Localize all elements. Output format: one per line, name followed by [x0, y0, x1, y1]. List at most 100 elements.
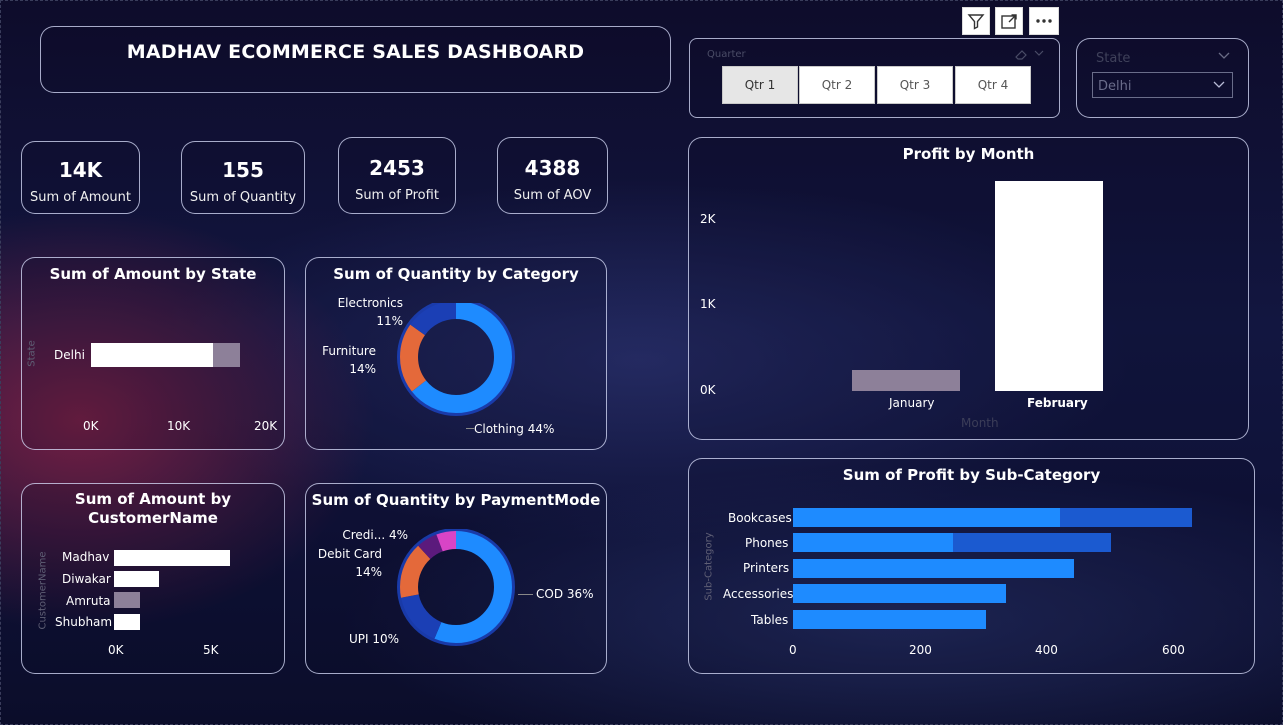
title-card: MADHAV ECOMMERCE SALES DASHBOARD	[40, 26, 671, 93]
x-tick: 400	[1035, 643, 1058, 657]
amount-by-state-chart[interactable]: Sum of Amount by State State Delhi 0K 10…	[21, 257, 285, 450]
y-tick: 1K	[700, 297, 716, 311]
kpi-label: Sum of Amount	[29, 190, 132, 205]
x-axis-title: Month	[961, 416, 999, 430]
label-clothing: Clothing 44%	[474, 422, 555, 436]
quarter-slicer: Quarter Qtr 1 Qtr 2 Qtr 3 Qtr 4	[689, 38, 1060, 118]
category-donut[interactable]	[391, 303, 521, 433]
kpi-card-amount: 14K Sum of Amount	[21, 141, 140, 214]
chevron-down-icon[interactable]	[1217, 51, 1231, 61]
bar-tables[interactable]	[793, 610, 986, 629]
category-label: Delhi	[54, 348, 85, 362]
kpi-label: Sum of Profit	[355, 188, 439, 203]
quarter-option-qtr4[interactable]: Qtr 4	[955, 66, 1031, 104]
category-label: Madhav	[62, 550, 110, 564]
bar-january[interactable]	[852, 370, 960, 391]
amount-by-customer-chart[interactable]: Sum of Amount by CustomerName CustomerNa…	[21, 483, 285, 674]
x-tick: 0	[789, 643, 797, 657]
filter-icon	[967, 14, 985, 30]
x-tick: 20K	[254, 419, 278, 433]
focus-mode-button[interactable]	[995, 7, 1023, 35]
bar-phones[interactable]	[793, 533, 953, 552]
category-label: Shubham	[55, 615, 113, 629]
category-label: Bookcases	[728, 511, 792, 525]
bar-madhav[interactable]	[114, 550, 230, 566]
y-tick: 0K	[700, 383, 716, 397]
more-options-icon	[1036, 19, 1052, 23]
chart-title: Sum of Amount by State	[49, 265, 257, 283]
label-value: 14%	[349, 362, 376, 376]
axis-title: CustomerName	[37, 551, 49, 630]
chart-title: Sum of Profit by Sub-Category	[842, 466, 1101, 484]
kpi-value: 155	[222, 158, 264, 182]
quantity-by-payment-chart[interactable]: Sum of Quantity by PaymentMode Credi... …	[305, 483, 607, 674]
category-label: Printers	[743, 561, 790, 575]
x-tick: 200	[909, 643, 932, 657]
label-text: Electronics	[337, 296, 403, 310]
state-slicer: State Delhi	[1076, 38, 1249, 118]
category-label: Amruta	[66, 594, 111, 608]
chart-title: Sum of Amount by CustomerName	[22, 490, 284, 528]
category-label: Tables	[751, 613, 789, 627]
category-label: Accessories	[723, 587, 794, 601]
payment-donut[interactable]	[391, 529, 521, 649]
x-tick: 0K	[83, 419, 99, 433]
bar-printers[interactable]	[793, 559, 1074, 578]
label-debit: Debit Card 14%	[312, 545, 382, 581]
filter-button[interactable]	[962, 7, 990, 35]
bar-february[interactable]	[995, 181, 1103, 391]
y-tick: 2K	[700, 212, 716, 226]
chart-title: Sum of Quantity by Category	[333, 265, 579, 283]
x-tick: 5K	[203, 643, 219, 657]
chevron-down-icon[interactable]	[1033, 48, 1045, 58]
axis-title: State	[26, 340, 38, 367]
quarter-option-qtr3[interactable]: Qtr 3	[877, 66, 953, 104]
chart-title-line: Sum of Amount by	[74, 490, 232, 508]
label-text: Debit Card	[317, 547, 382, 561]
state-dropdown-value: Delhi	[1098, 79, 1132, 94]
chart-title-line: CustomerName	[88, 509, 218, 527]
leader-line	[518, 594, 533, 595]
label-text: Furniture	[322, 344, 376, 358]
chart-title: Profit by Month	[902, 145, 1035, 163]
chevron-down-icon	[1213, 81, 1225, 88]
more-options-button[interactable]	[1029, 7, 1059, 35]
quarter-option-qtr2[interactable]: Qtr 2	[799, 66, 875, 104]
kpi-label: Sum of AOV	[513, 188, 592, 203]
label-furniture: Furniture 14%	[316, 342, 376, 378]
bar-diwakar[interactable]	[114, 571, 159, 587]
bar-delhi-highlight	[213, 343, 240, 367]
quarter-slicer-title: Quarter	[707, 49, 746, 60]
page-title: MADHAV ECOMMERCE SALES DASHBOARD	[126, 41, 585, 63]
label-value: 14%	[355, 565, 382, 579]
x-tick: 0K	[108, 643, 124, 657]
bar-bookcases[interactable]	[793, 508, 1060, 527]
kpi-value: 4388	[524, 156, 581, 180]
x-tick-label: January	[889, 396, 935, 410]
kpi-card-aov: 4388 Sum of AOV	[497, 137, 608, 214]
axis-title: Sub-Category	[703, 532, 715, 601]
bar-shubham[interactable]	[114, 614, 140, 630]
bar-accessories[interactable]	[793, 584, 1006, 603]
profit-by-month-chart[interactable]: Profit by Month 2K 1K 0K January Februar…	[688, 137, 1249, 440]
chart-title: Sum of Quantity by PaymentMode	[311, 491, 601, 509]
profit-by-subcategory-chart[interactable]: Sum of Profit by Sub-Category Sub-Catego…	[688, 458, 1255, 674]
quantity-by-category-chart[interactable]: Sum of Quantity by Category Electronics …	[305, 257, 607, 450]
eraser-icon[interactable]	[1013, 48, 1029, 62]
leader-line	[466, 428, 474, 429]
kpi-value: 14K	[58, 158, 103, 182]
state-slicer-title: State	[1096, 51, 1131, 66]
bar-amruta[interactable]	[114, 592, 140, 608]
x-tick-label: February	[1027, 396, 1088, 410]
label-value: 11%	[376, 314, 403, 328]
x-tick: 600	[1162, 643, 1185, 657]
quarter-option-qtr1[interactable]: Qtr 1	[722, 66, 798, 104]
label-electronics: Electronics 11%	[330, 294, 403, 330]
label-cod: COD 36%	[536, 587, 594, 601]
focus-mode-icon	[1001, 14, 1017, 29]
state-dropdown[interactable]: Delhi	[1092, 72, 1233, 98]
bar-delhi[interactable]	[91, 343, 213, 367]
kpi-label: Sum of Quantity	[189, 190, 297, 205]
kpi-card-quantity: 155 Sum of Quantity	[181, 141, 305, 214]
kpi-value: 2453	[369, 156, 425, 180]
